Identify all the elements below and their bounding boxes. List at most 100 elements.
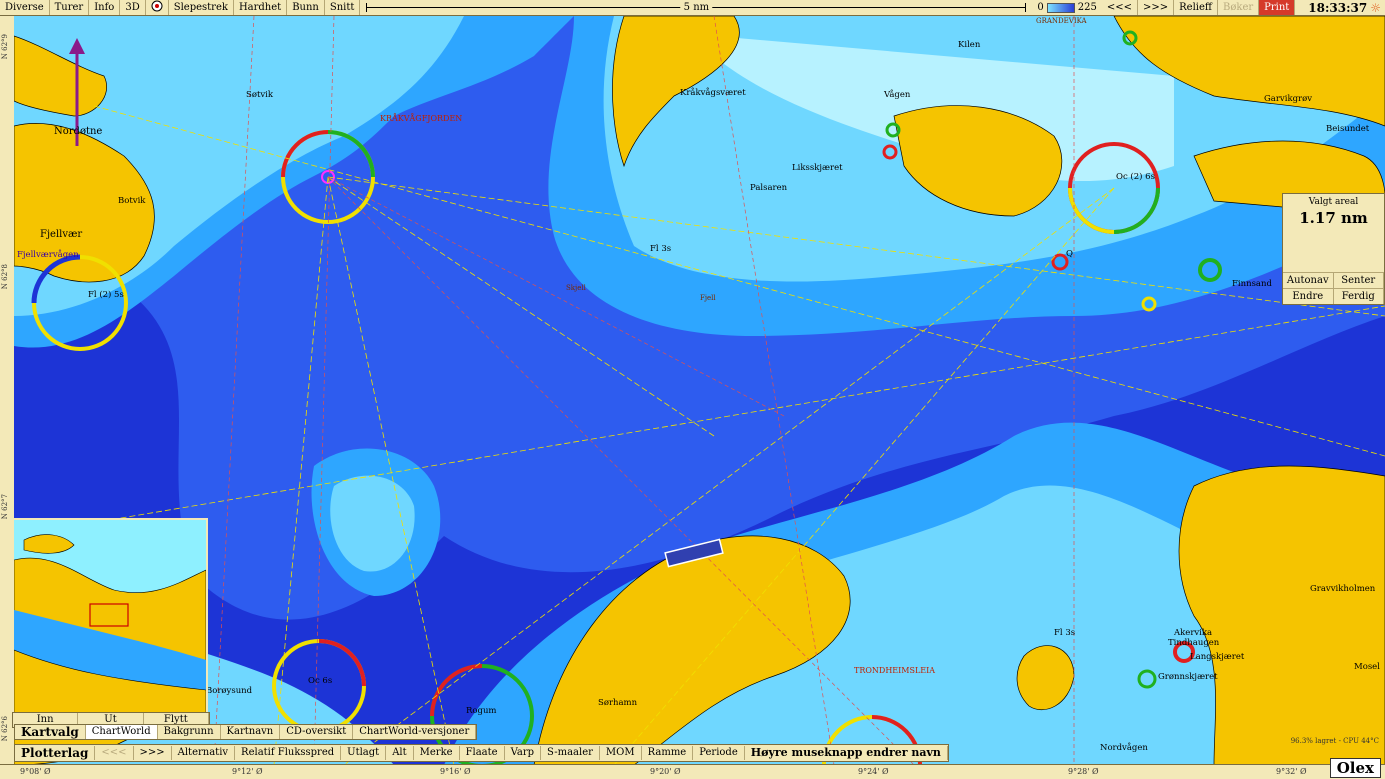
layer-flaate[interactable]: Flaate [460,746,505,760]
rename-hint: Høyre museknapp endrer navn [745,746,948,760]
place-nordotne: Nordøtne [54,126,103,137]
sun-icon[interactable]: ☼ [1370,1,1381,15]
layer-utlagt[interactable]: Utlagt [341,746,387,760]
chart-select-row: Kartvalg ChartWorld Bakgrunn Kartnavn CD… [14,724,478,740]
lon-label: 9°16' Ø [440,767,471,776]
scale-label: 5 nm [680,0,713,15]
chart-canvas[interactable] [14,16,1385,765]
place-beisundet: Beisundet [1326,124,1370,134]
area-buttons: Autonav Senter Endre Ferdig [1283,272,1384,304]
chartworld-button[interactable]: ChartWorld [85,725,158,739]
depth-legend: 0 225 [1032,2,1101,13]
layer-relatif[interactable]: Relatif Fluksspred [235,746,342,760]
layer-alternativ[interactable]: Alternativ [172,746,236,760]
layer-ramme[interactable]: Ramme [642,746,694,760]
layer-next-button[interactable]: >>> [134,746,172,760]
place-tindhaugen: Tindhaugen [1168,638,1220,648]
place-sotvik: Søtvik [246,90,274,100]
autonav-button[interactable]: Autonav [1283,272,1334,288]
menu-snitt[interactable]: Snitt [325,0,361,15]
overview-map[interactable] [12,518,208,716]
scale-bar: 5 nm [366,0,1027,15]
place-krakvagsvaeret: Kråkvågsværet [680,88,746,98]
menu-bunn[interactable]: Bunn [287,0,325,15]
menu-3d[interactable]: 3D [120,0,146,15]
edit-button[interactable]: Endre [1283,288,1334,304]
area-title: Valgt areal [1308,197,1359,207]
layer-alt[interactable]: Alt [386,746,414,760]
overview-canvas[interactable] [14,520,206,714]
place-gronnskjaeret: Grønnskjæret [1158,672,1218,682]
olex-logo: Olex [1329,758,1381,778]
place-liksskjaeret: Liksskjæret [792,163,843,173]
depth-gradient [1046,2,1075,13]
menu-slepestrek[interactable]: Slepestrek [169,0,234,15]
place-langskjaeret: Langskjæret [1190,652,1245,662]
light-label-fl3s: Fl 3s [1054,628,1076,638]
place-kilen: Kilen [958,40,981,50]
place-vagen: Vågen [884,90,911,100]
place-sorhamn: Sørhamn [598,698,638,708]
lon-label: 9°32' Ø [1276,767,1307,776]
nav-next-button[interactable]: >>> [1138,0,1175,15]
place-fjellvaer: Fjellvær [40,229,83,240]
place-akervika: Akervika [1174,628,1213,638]
menu-turer[interactable]: Turer [50,0,90,15]
lon-label: 9°20' Ø [650,767,681,776]
nautical-chart[interactable]: Nordøtne Fjellvær Fjellværvågen Botvik K… [14,16,1385,765]
chart-select-heading: Kartvalg [15,725,86,739]
place-garvikgrov: Garvikgrøv [1264,94,1313,104]
relief-button[interactable]: Relieff [1174,0,1219,15]
chartworld-versions-button[interactable]: ChartWorld-versjoner [353,725,477,739]
nav-prev-button[interactable]: <<< [1102,0,1138,15]
menu-info[interactable]: Info [89,0,121,15]
lat-label: N 62°8 [1,264,9,290]
place-rogum: Rogum [466,706,497,716]
depth-min: 0 [1037,2,1044,13]
place-palsaren: Palsaren [750,183,788,193]
books-button[interactable]: Bøker [1218,0,1260,15]
light-label-oc2: Oc (2) 6s [1116,172,1155,182]
place-krakvagfjorden: KRÅKVÅGFJORDEN [380,114,463,123]
light-label-fl3: Fl 3s [650,244,672,254]
layer-merke[interactable]: Merke [414,746,460,760]
place-botvik: Botvik [118,196,146,206]
status-text: 96.3% lagret - CPU 44°C [1290,737,1379,745]
longitude-rule: 9°08' Ø 9°12' Ø 9°16' Ø 9°20' Ø 9°24' Ø … [0,764,1385,779]
layer-mom[interactable]: MOM [600,746,642,760]
print-button[interactable]: Print [1259,0,1296,15]
layer-s-maaler[interactable]: S-maaler [541,746,600,760]
done-button[interactable]: Ferdig [1333,288,1384,304]
place-grandevika: GRANDEVIKA [1036,17,1087,25]
lon-label: 9°24' Ø [858,767,889,776]
menu-diverse[interactable]: Diverse [0,0,50,15]
clock-time: 18:33:37 [1308,0,1368,15]
cd-overview-button[interactable]: CD-oversikt [280,725,354,739]
place-gravvikholmen: Gravvikholmen [1310,584,1376,594]
place-finnsand: Finnsand [1232,279,1272,289]
layer-prev-button[interactable]: <<< [95,746,134,760]
lon-label: 9°28' Ø [1068,767,1099,776]
clock: 18:33:37 ☼ [1304,1,1385,15]
light-label-q: Q [1066,249,1073,259]
background-button[interactable]: Bakgrunn [158,725,221,739]
place-trondheimsleia: TRONDHEIMSLEIA [854,666,936,675]
place-fjell: Fjell [700,294,716,302]
chart-names-button[interactable]: Kartnavn [221,725,281,739]
lat-label: N 62°9 [1,34,9,60]
compass-icon[interactable] [146,0,169,15]
place-fjellvaervagen: Fjellværvågen [17,250,79,260]
place-skjell: Skjell [566,284,586,292]
layer-varp[interactable]: Varp [505,746,542,760]
light-label-fl2: Fl (2) 5s [88,290,124,300]
plotter-layer-row: Plotterlag <<< >>> Alternativ Relatif Fl… [14,744,949,762]
lat-label: N 62°7 [1,494,9,520]
layer-periode[interactable]: Periode [693,746,745,760]
menu-hardhet[interactable]: Hardhet [234,0,288,15]
area-panel: Valgt areal 1.17 nm Autonav Senter Endre… [1282,193,1385,305]
lon-label: 9°08' Ø [20,767,51,776]
area-value: 1.17 nm [1299,209,1368,227]
place-borovsund: Borøysund [206,686,253,696]
center-button[interactable]: Senter [1333,272,1384,288]
depth-max: 225 [1077,2,1097,13]
